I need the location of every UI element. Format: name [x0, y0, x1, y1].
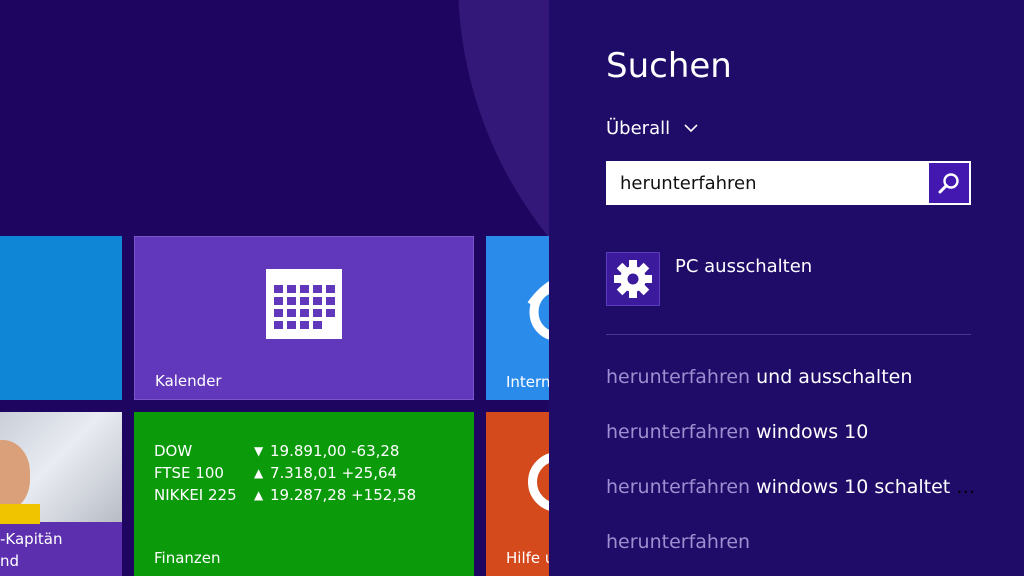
suggestion-item[interactable]: herunterfahren windows 10 [606, 421, 976, 443]
ticker-row: FTSE 100 ▲ 7.318,01 +25,64 [154, 462, 416, 484]
gear-icon [614, 260, 652, 298]
suggestion-rest: und ausschalten [750, 366, 913, 388]
suggestion-match: herunterfahren [606, 366, 751, 388]
trend-up-icon: ▲ [254, 488, 264, 502]
suggestion-match: herunterfahren [606, 476, 751, 498]
tile-finanzen[interactable]: DOW ▼ 19.891,00 -63,28 FTSE 100 ▲ 7.318,… [134, 412, 474, 576]
tile-people-line1: -Kapitän [0, 530, 63, 548]
tile-internet-explorer[interactable]: Intern [486, 236, 549, 400]
chevron-down-icon [684, 124, 698, 133]
internet-explorer-icon [527, 281, 549, 340]
person-photo [0, 412, 122, 524]
tile-kalender-label: Kalender [155, 372, 222, 390]
suggestion-rest: windows 10 [750, 421, 869, 443]
result-label: PC ausschalten [675, 256, 813, 277]
trend-up-icon: ▲ [254, 466, 264, 480]
search-button[interactable] [929, 163, 969, 203]
tile-blue[interactable] [0, 236, 122, 400]
trend-down-icon: ▼ [254, 444, 264, 458]
divider [606, 334, 971, 335]
search-scope-dropdown[interactable]: Überall [606, 118, 698, 139]
tile-internet-explorer-label: Intern [506, 373, 549, 391]
suggestion-match: herunterfahren [606, 531, 751, 553]
suggestion-item[interactable]: herunterfahren windows 10 schaltet nich.… [606, 476, 976, 498]
face-shape [0, 440, 30, 512]
ticker-row: DOW ▼ 19.891,00 -63,28 [154, 440, 416, 462]
calendar-icon [266, 269, 342, 339]
ticker-name: DOW [154, 442, 193, 460]
ticker-row: NIKKEI 225 ▲ 19.287,28 +152,58 [154, 484, 416, 506]
ticker-name: NIKKEI 225 [154, 486, 237, 504]
ticker-name: FTSE 100 [154, 464, 224, 482]
tile-hilfe-label: Hilfe u [506, 549, 549, 567]
finance-ticker: DOW ▼ 19.891,00 -63,28 FTSE 100 ▲ 7.318,… [154, 440, 416, 506]
suggestion-match: herunterfahren [606, 421, 751, 443]
search-input[interactable] [620, 163, 930, 203]
start-screen: Kalender Intern -Kapitän nd DOW ▼ 19.891… [0, 0, 549, 576]
search-icon [938, 173, 959, 194]
suggestion-item[interactable]: herunterfahren und ausschalten [606, 366, 976, 388]
search-pane: Suchen Überall herunterfahren PC ausscha… [549, 0, 1024, 576]
suggestion-rest: windows 10 schaltet nich... [756, 476, 976, 498]
settings-tile [606, 252, 660, 306]
pane-title: Suchen [606, 46, 732, 86]
ticker-value: 19.287,28 +152,58 [270, 486, 417, 504]
tile-finanzen-label: Finanzen [154, 549, 221, 567]
search-box [606, 161, 971, 205]
tile-kalender[interactable]: Kalender [134, 236, 474, 400]
tile-people[interactable]: -Kapitän nd [0, 412, 122, 576]
suggestion-item[interactable]: herunterfahren [606, 531, 976, 553]
ticker-value: 19.891,00 -63,28 [270, 442, 400, 460]
ticker-value: 7.318,01 +25,64 [270, 464, 398, 482]
search-scope-label: Überall [606, 118, 671, 139]
tile-hilfe[interactable]: Hilfe u [486, 412, 549, 576]
shirt-shape [0, 504, 40, 524]
tile-people-line2: nd [0, 552, 20, 570]
help-icon [528, 452, 549, 512]
result-pc-ausschalten[interactable]: PC ausschalten [606, 252, 812, 306]
